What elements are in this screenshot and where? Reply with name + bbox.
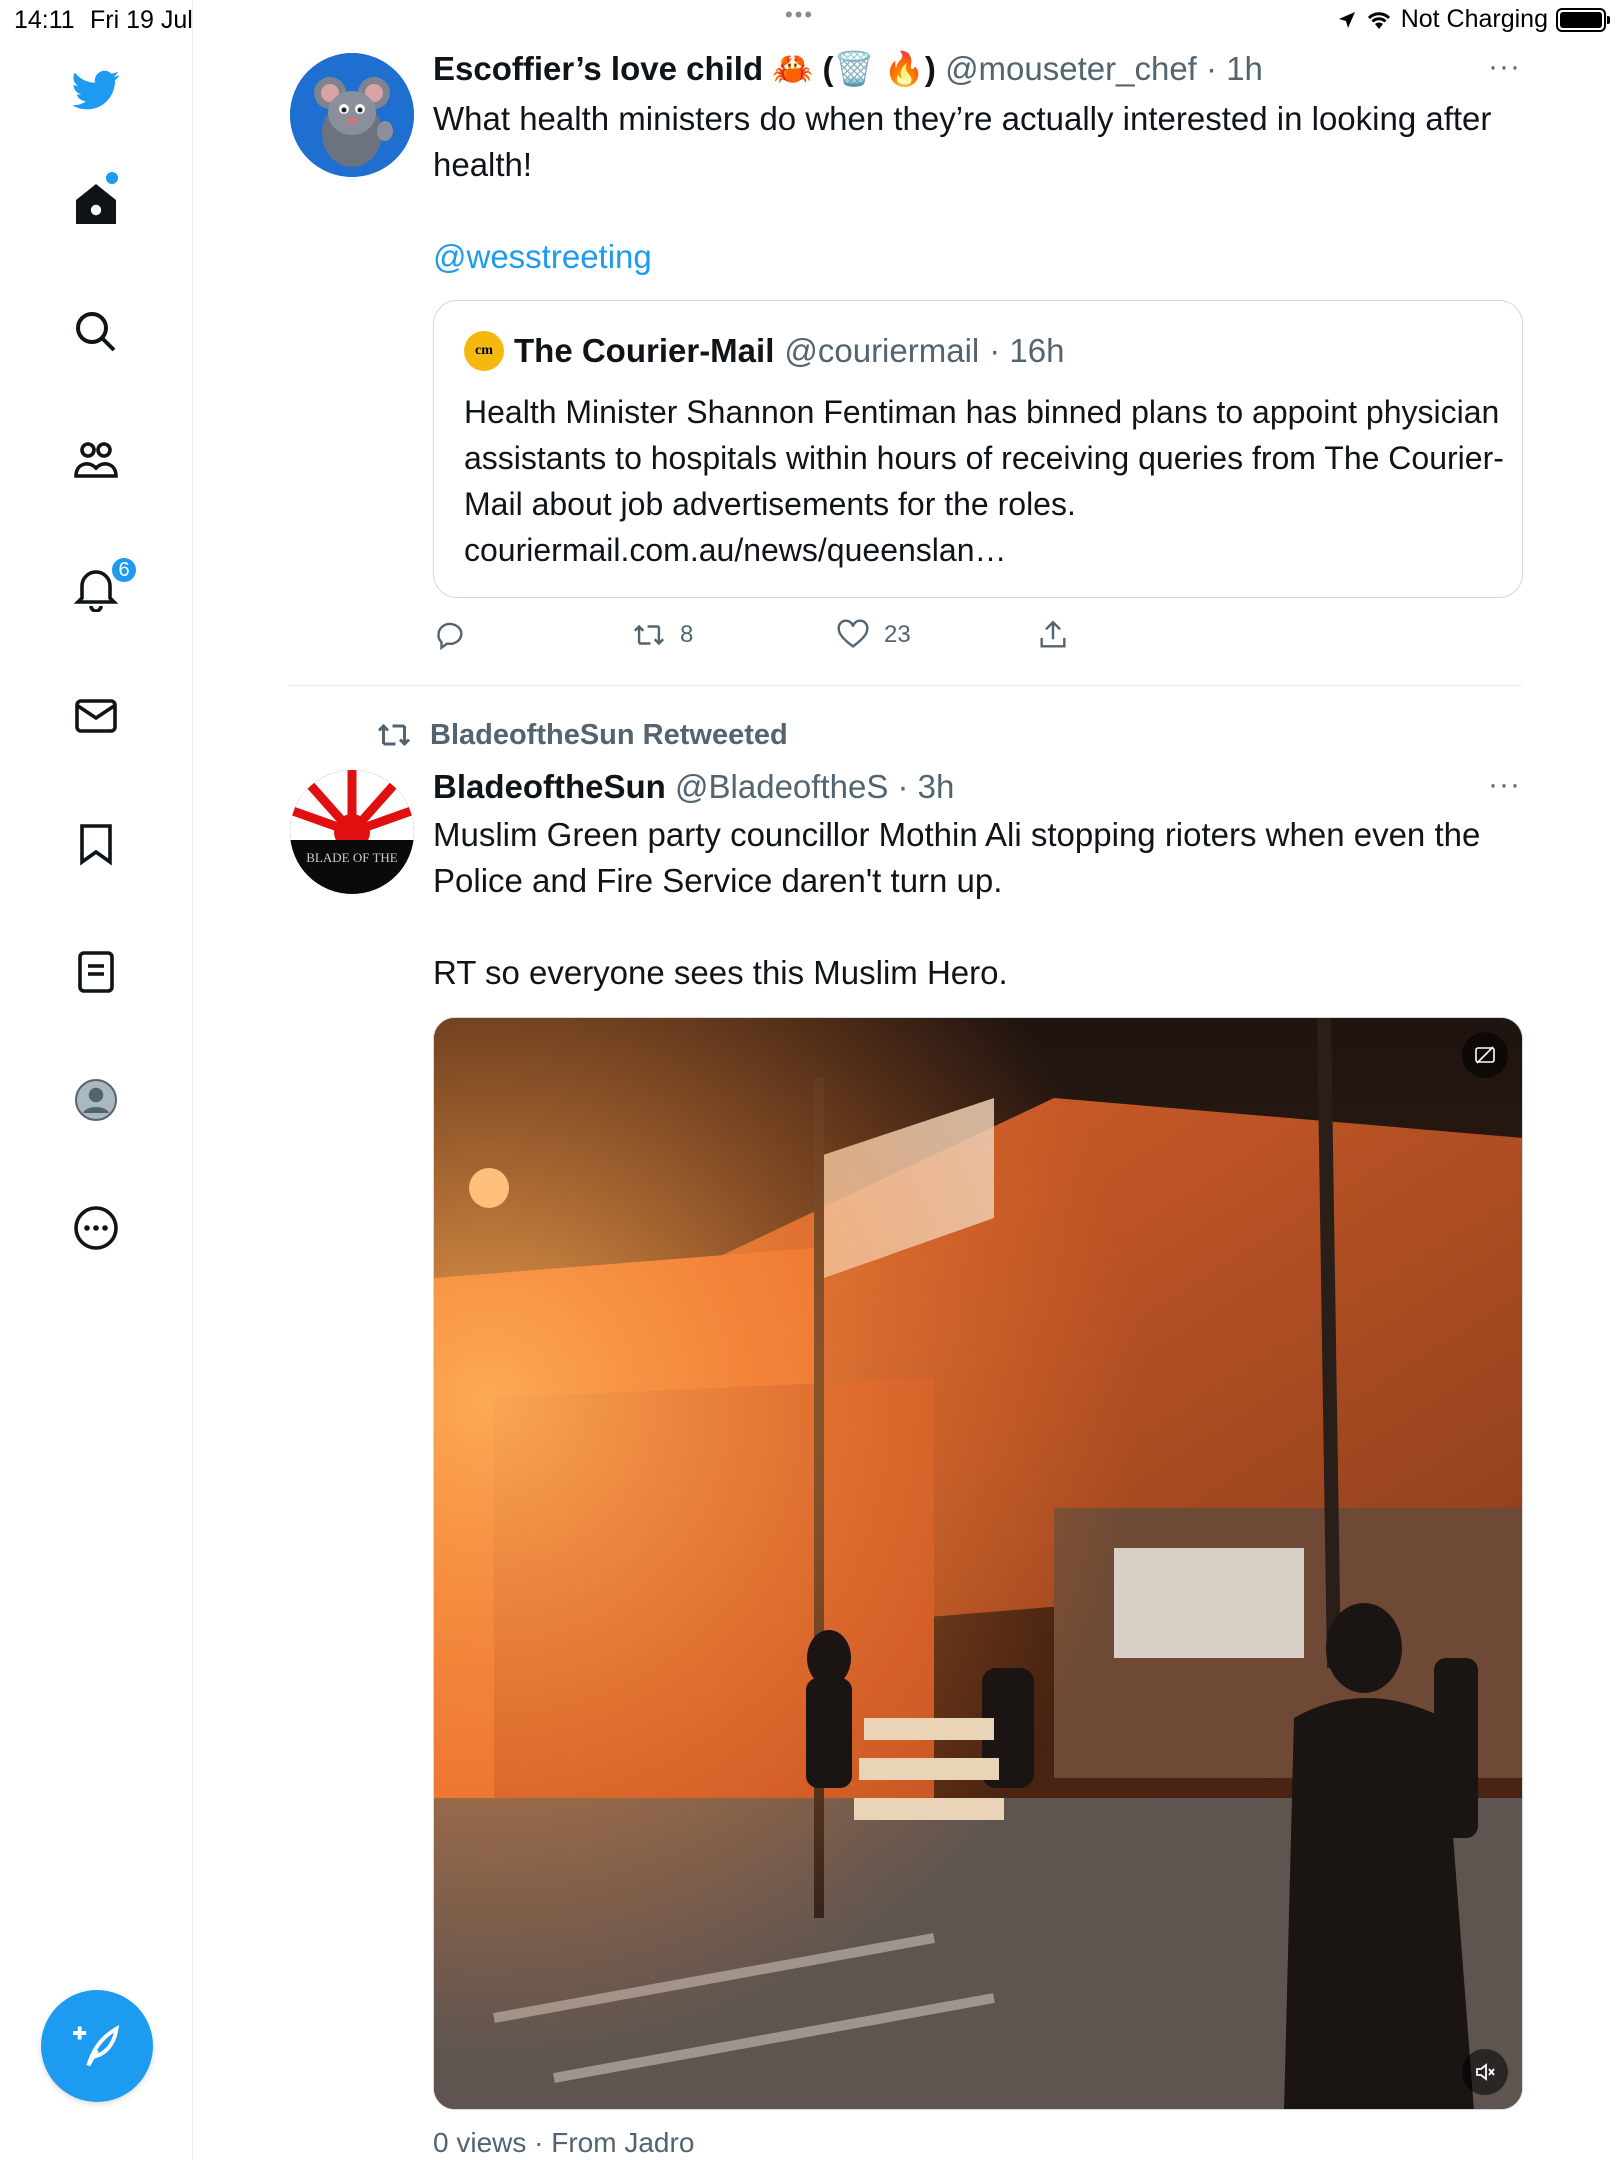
- tweet-divider: [288, 685, 1522, 686]
- home-icon: [76, 184, 116, 224]
- tweet1-name-emoji: 🦀 (🗑️ 🔥): [772, 50, 936, 87]
- quoted-tweet-text: Health Minister Shannon Fentiman has bin…: [464, 394, 1504, 568]
- nav-home[interactable]: [60, 168, 132, 240]
- quoted-tweet-card[interactable]: cm The Courier-Mail @couriermail · 16h H…: [433, 300, 1523, 598]
- tweet2-avatar[interactable]: BLADE OF THE: [290, 770, 414, 894]
- nav-lists[interactable]: [60, 936, 132, 1008]
- tweet2-display-name[interactable]: BladeoftheSun: [433, 768, 666, 805]
- bookmarks-icon: [80, 824, 112, 866]
- like-button[interactable]: 23: [836, 618, 1036, 652]
- tweet2-time[interactable]: · 3h: [898, 768, 955, 805]
- retweeted-label[interactable]: BladeoftheSun Retweeted: [376, 717, 788, 753]
- notifications-badge: 6: [110, 556, 138, 584]
- multitasking-dots[interactable]: •••: [785, 2, 814, 28]
- sidebar: 6: [0, 0, 193, 2160]
- quoted-display-name: The Courier-Mail: [514, 332, 775, 369]
- retweet-icon: [633, 624, 665, 646]
- tweet1-avatar[interactable]: [290, 53, 414, 177]
- rising-sun-avatar-image: BLADE OF THE: [290, 770, 414, 894]
- tweet2-text: Muslim Green party councillor Mothin Ali…: [433, 816, 1481, 899]
- more-icon: [74, 1206, 118, 1250]
- tweet1-mention-link[interactable]: @wesstreeting: [433, 234, 652, 280]
- twitter-logo[interactable]: [60, 54, 132, 126]
- charging-status: Not Charging: [1400, 5, 1548, 33]
- tweet1-text: What health ministers do when they’re ac…: [433, 100, 1492, 183]
- communities-icon: [74, 442, 118, 478]
- wifi-icon: [1367, 11, 1390, 29]
- quoted-handle: @couriermail: [784, 332, 980, 369]
- nav-messages[interactable]: [60, 680, 132, 752]
- nav-bookmarks[interactable]: [60, 808, 132, 880]
- messages-icon: [75, 699, 117, 733]
- tweet1-handle[interactable]: @mouseter_chef: [945, 50, 1197, 87]
- status-bar: 14:11 Fri 19 Jul ••• Not Charging: [0, 0, 1620, 40]
- retweet-indicator-icon: [377, 723, 411, 747]
- quoted-time: · 16h: [989, 332, 1065, 369]
- video-views: 0 views · From Jadro: [433, 2127, 695, 2158]
- lists-icon: [78, 951, 114, 993]
- nav-profile[interactable]: [60, 1064, 132, 1136]
- captions-button[interactable]: [1462, 1032, 1508, 1078]
- share-icon: [1040, 620, 1066, 648]
- mute-button[interactable]: [1462, 2049, 1508, 2095]
- tweet2-text-second-paragraph: RT so everyone sees this Muslim Hero.: [433, 954, 1008, 991]
- reply-icon: [437, 622, 463, 651]
- home-unread-dot: [106, 172, 118, 184]
- retweet-button[interactable]: 8: [632, 618, 836, 652]
- tweet1-actions: 8 23: [433, 618, 1070, 652]
- tweet1-display-name[interactable]: Escoffier’s love child: [433, 50, 763, 87]
- location-arrow-icon: [1338, 11, 1355, 28]
- status-right: Not Charging: [1337, 5, 1610, 34]
- quoted-tweet-header: cm The Courier-Mail @couriermail · 16h: [464, 331, 1064, 371]
- tweet2-header: BladeoftheSun @BladeoftheS · 3h: [433, 768, 954, 806]
- nav-search[interactable]: [60, 296, 132, 368]
- nav-more[interactable]: [60, 1192, 132, 1264]
- rat-chef-avatar-image: [290, 53, 414, 177]
- like-count: 23: [884, 621, 911, 648]
- profile-icon: [75, 1079, 117, 1121]
- heart-icon: [837, 619, 869, 648]
- avatar-text: BLADE OF THE: [306, 850, 398, 865]
- muted-speaker-icon: [1476, 2063, 1495, 2081]
- tweet2-more-button[interactable]: ···: [1488, 768, 1521, 802]
- riot-scene-video-frame: [434, 1018, 1522, 2109]
- retweeted-by-text: BladeoftheSun Retweeted: [430, 718, 788, 751]
- tweet2-video[interactable]: [433, 1017, 1523, 2110]
- compose-tweet-icon: [73, 2024, 119, 2067]
- courier-mail-logo: cm: [464, 331, 504, 371]
- captions-icon: [1475, 1046, 1495, 1064]
- retweet-count: 8: [680, 621, 694, 648]
- tweet1-header: Escoffier’s love child 🦀 (🗑️ 🔥) @mousete…: [433, 50, 1263, 89]
- tweet2-handle[interactable]: @BladeoftheS: [675, 768, 888, 805]
- battery-icon: [1556, 7, 1610, 32]
- tweet1-time[interactable]: · 1h: [1206, 50, 1263, 87]
- nav-communities[interactable]: [60, 424, 132, 496]
- reply-button[interactable]: [433, 618, 632, 652]
- twitter-bird-icon: [72, 70, 120, 110]
- share-button[interactable]: [1036, 618, 1070, 652]
- search-icon: [76, 312, 116, 352]
- compose-tweet-button[interactable]: [41, 1990, 153, 2102]
- tweet1-more-button[interactable]: ···: [1488, 50, 1521, 84]
